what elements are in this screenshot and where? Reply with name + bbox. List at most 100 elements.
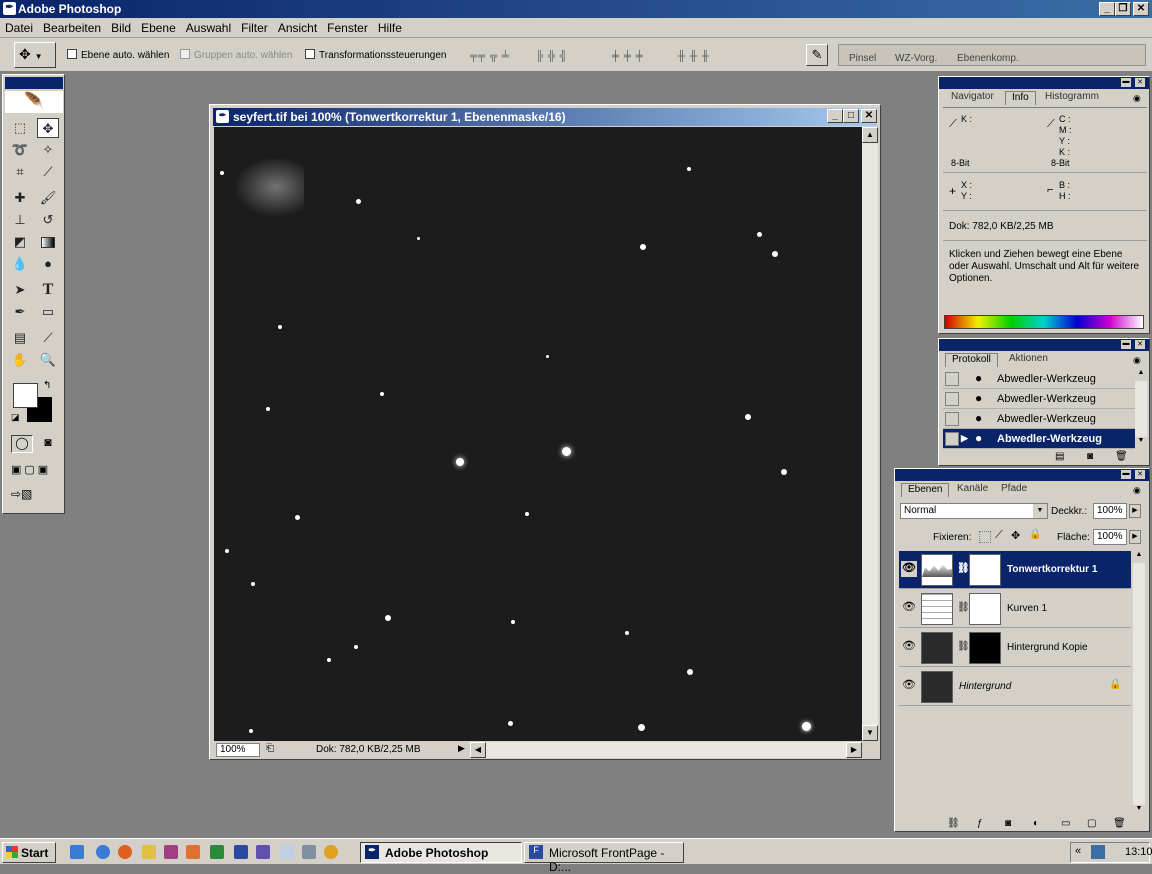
dodge-tool-icon[interactable]: ● — [37, 254, 59, 274]
palette-well-tool-presets[interactable]: WZ-Vorg. — [895, 53, 937, 64]
history-item-selected[interactable]: ▶ ● Abwedler-Werkzeug — [943, 429, 1135, 449]
panel-menu-icon[interactable]: ◉ — [1133, 93, 1141, 104]
scroll-down-arrow-icon[interactable]: ▼ — [862, 725, 878, 741]
minimize-button[interactable]: _ — [1099, 2, 1115, 16]
scroll-down-arrow-icon[interactable]: ▼ — [1135, 437, 1147, 449]
app-icon[interactable] — [302, 845, 316, 859]
scroll-up-arrow-icon[interactable]: ▲ — [862, 127, 878, 143]
distribute-buttons-icon[interactable]: ╪ ╪ ╪ — [612, 51, 644, 62]
panel-menu-icon[interactable]: ◉ — [1133, 355, 1141, 366]
blur-tool-icon[interactable]: 💧 — [9, 254, 31, 274]
delete-layer-icon[interactable]: 🗑 — [1113, 818, 1126, 829]
image-canvas[interactable] — [214, 127, 862, 741]
foreground-color-swatch[interactable] — [13, 383, 38, 408]
opacity-arrow-icon[interactable]: ▶ — [1129, 504, 1141, 518]
menu-bearbeiten[interactable]: Bearbeiten — [38, 18, 106, 35]
history-snapshot-checkbox[interactable] — [945, 392, 959, 406]
layer-row-selected[interactable]: 👁 ⛓ Tonwertkorrektur 1 — [899, 551, 1131, 589]
feather-logo-icon[interactable]: 🪶 — [5, 91, 63, 113]
folder-icon[interactable] — [142, 845, 156, 859]
distribute-vertical-icon[interactable]: ╫ ╫ ╫ — [678, 51, 710, 62]
word-icon[interactable] — [234, 845, 248, 859]
align-vertical-icon[interactable]: ╠ ╬ ╣ — [536, 51, 568, 62]
toolbox-title-bar[interactable] — [5, 77, 63, 89]
taskbar-item-photoshop[interactable]: ✒ Adobe Photoshop — [360, 842, 522, 863]
tab-navigator[interactable]: Navigator — [945, 91, 1000, 105]
doc-minimize-button[interactable]: _ — [827, 109, 843, 123]
history-item[interactable]: ● Abwedler-Werkzeug — [943, 389, 1135, 409]
app-icon[interactable] — [280, 845, 294, 859]
swap-colors-icon[interactable]: ↰ — [43, 380, 51, 391]
transform-controls-option[interactable]: Transformationssteuerungen — [305, 49, 446, 61]
color-ramp[interactable] — [944, 315, 1144, 329]
auto-select-layer-option[interactable]: Ebene auto. wählen — [67, 49, 169, 61]
menu-datei[interactable]: Datei — [0, 18, 38, 35]
scroll-up-arrow-icon[interactable]: ▲ — [1133, 551, 1145, 563]
menu-auswahl[interactable]: Auswahl — [181, 18, 236, 35]
zoom-tool-icon[interactable]: 🔍 — [37, 350, 59, 370]
fill-field[interactable]: 100% — [1093, 529, 1127, 545]
default-colors-icon[interactable]: ◪ — [11, 412, 20, 423]
layer-mask-thumbnail[interactable] — [969, 593, 1001, 625]
new-adjustment-layer-icon[interactable]: ◐ — [1033, 818, 1039, 829]
doc-close-button[interactable]: ✕ — [861, 109, 877, 123]
tab-actions[interactable]: Aktionen — [1003, 353, 1054, 367]
bridge-icon[interactable]: ✎ — [806, 44, 828, 66]
layers-panel-title-bar[interactable]: ▬ ✕ — [895, 469, 1149, 481]
eyedropper-tool-icon[interactable]: ⟋ — [37, 328, 59, 348]
tab-paths[interactable]: Pfade — [995, 483, 1033, 497]
jump-to-imageready-icon[interactable]: ⇨▧ — [11, 487, 32, 501]
gradient-tool-icon[interactable] — [37, 232, 59, 252]
show-desktop-icon[interactable] — [70, 845, 84, 859]
menu-ebene[interactable]: Ebene — [136, 18, 181, 35]
tab-channels[interactable]: Kanäle — [951, 483, 994, 497]
internet-explorer-icon[interactable] — [96, 845, 110, 859]
tool-preset-picker[interactable]: ✥ ▼ — [14, 42, 56, 68]
panel-minimize-button[interactable]: ▬ — [1121, 78, 1131, 87]
type-tool-icon[interactable]: T — [37, 280, 59, 300]
link-layers-icon[interactable]: ⛓ — [947, 818, 960, 829]
notes-tool-icon[interactable]: ▤ — [9, 328, 31, 348]
pen-tool-icon[interactable]: ✒ — [9, 302, 31, 322]
layer-row[interactable]: 👁 ⛓ Kurven 1 — [899, 590, 1131, 628]
slice-tool-icon[interactable]: ⟋ — [37, 162, 59, 182]
screen-mode-icons[interactable]: ▣▢▣ — [11, 463, 51, 476]
magic-wand-tool-icon[interactable]: ✧ — [37, 140, 59, 160]
align-buttons-icon[interactable]: ╤╤ ╦ ╧ — [470, 51, 510, 62]
excel-icon[interactable] — [210, 845, 224, 859]
eye-visibility-icon[interactable]: 👁 — [901, 561, 917, 577]
scroll-left-arrow-icon[interactable]: ◀ — [470, 742, 486, 758]
history-item[interactable]: ● Abwedler-Werkzeug — [943, 369, 1135, 389]
path-selection-tool-icon[interactable]: ➤ — [9, 280, 31, 300]
panel-menu-icon[interactable]: ◉ — [1133, 485, 1141, 496]
palette-well-brushes[interactable]: Pinsel — [849, 53, 876, 64]
eraser-tool-icon[interactable]: ◩ — [9, 232, 31, 252]
panel-close-button[interactable]: ✕ — [1135, 470, 1145, 479]
layer-mask-thumbnail[interactable] — [969, 554, 1001, 586]
panel-close-button[interactable]: ✕ — [1135, 340, 1145, 349]
history-item[interactable]: ● Abwedler-Werkzeug — [943, 409, 1135, 429]
scroll-right-arrow-icon[interactable]: ▶ — [846, 742, 862, 758]
opacity-field[interactable]: 100% — [1093, 503, 1127, 519]
chevron-down-icon[interactable]: ▼ — [1033, 504, 1047, 518]
panel-close-button[interactable]: ✕ — [1135, 78, 1145, 87]
layer-row[interactable]: 👁 ⛓ Hintergrund Kopie — [899, 629, 1131, 667]
new-document-from-state-icon[interactable]: ▤ — [1055, 451, 1064, 462]
tray-expand-icon[interactable]: « — [1075, 845, 1081, 857]
fill-arrow-icon[interactable]: ▶ — [1129, 530, 1141, 544]
menu-hilfe[interactable]: Hilfe — [373, 18, 407, 35]
lock-position-icon[interactable]: ✥ — [1011, 529, 1020, 542]
eye-visibility-icon[interactable]: 👁 — [901, 678, 917, 694]
new-group-icon[interactable]: ▭ — [1061, 818, 1070, 829]
zoom-field[interactable]: 100% — [216, 743, 260, 757]
add-mask-icon[interactable]: ◙ — [1005, 818, 1011, 829]
eye-visibility-icon[interactable]: 👁 — [901, 639, 917, 655]
layers-scrollbar[interactable]: ▲ ▼ — [1133, 551, 1145, 817]
history-panel-title-bar[interactable]: ▬ ✕ — [939, 339, 1149, 351]
panel-minimize-button[interactable]: ▬ — [1121, 340, 1131, 349]
layer-row[interactable]: 👁 Hintergrund 🔒 — [899, 668, 1131, 706]
menu-bild[interactable]: Bild — [106, 18, 136, 35]
app-icon[interactable] — [164, 845, 178, 859]
new-layer-icon[interactable]: ▢ — [1087, 818, 1096, 829]
mask-link-icon[interactable]: ⛓ — [957, 602, 970, 613]
